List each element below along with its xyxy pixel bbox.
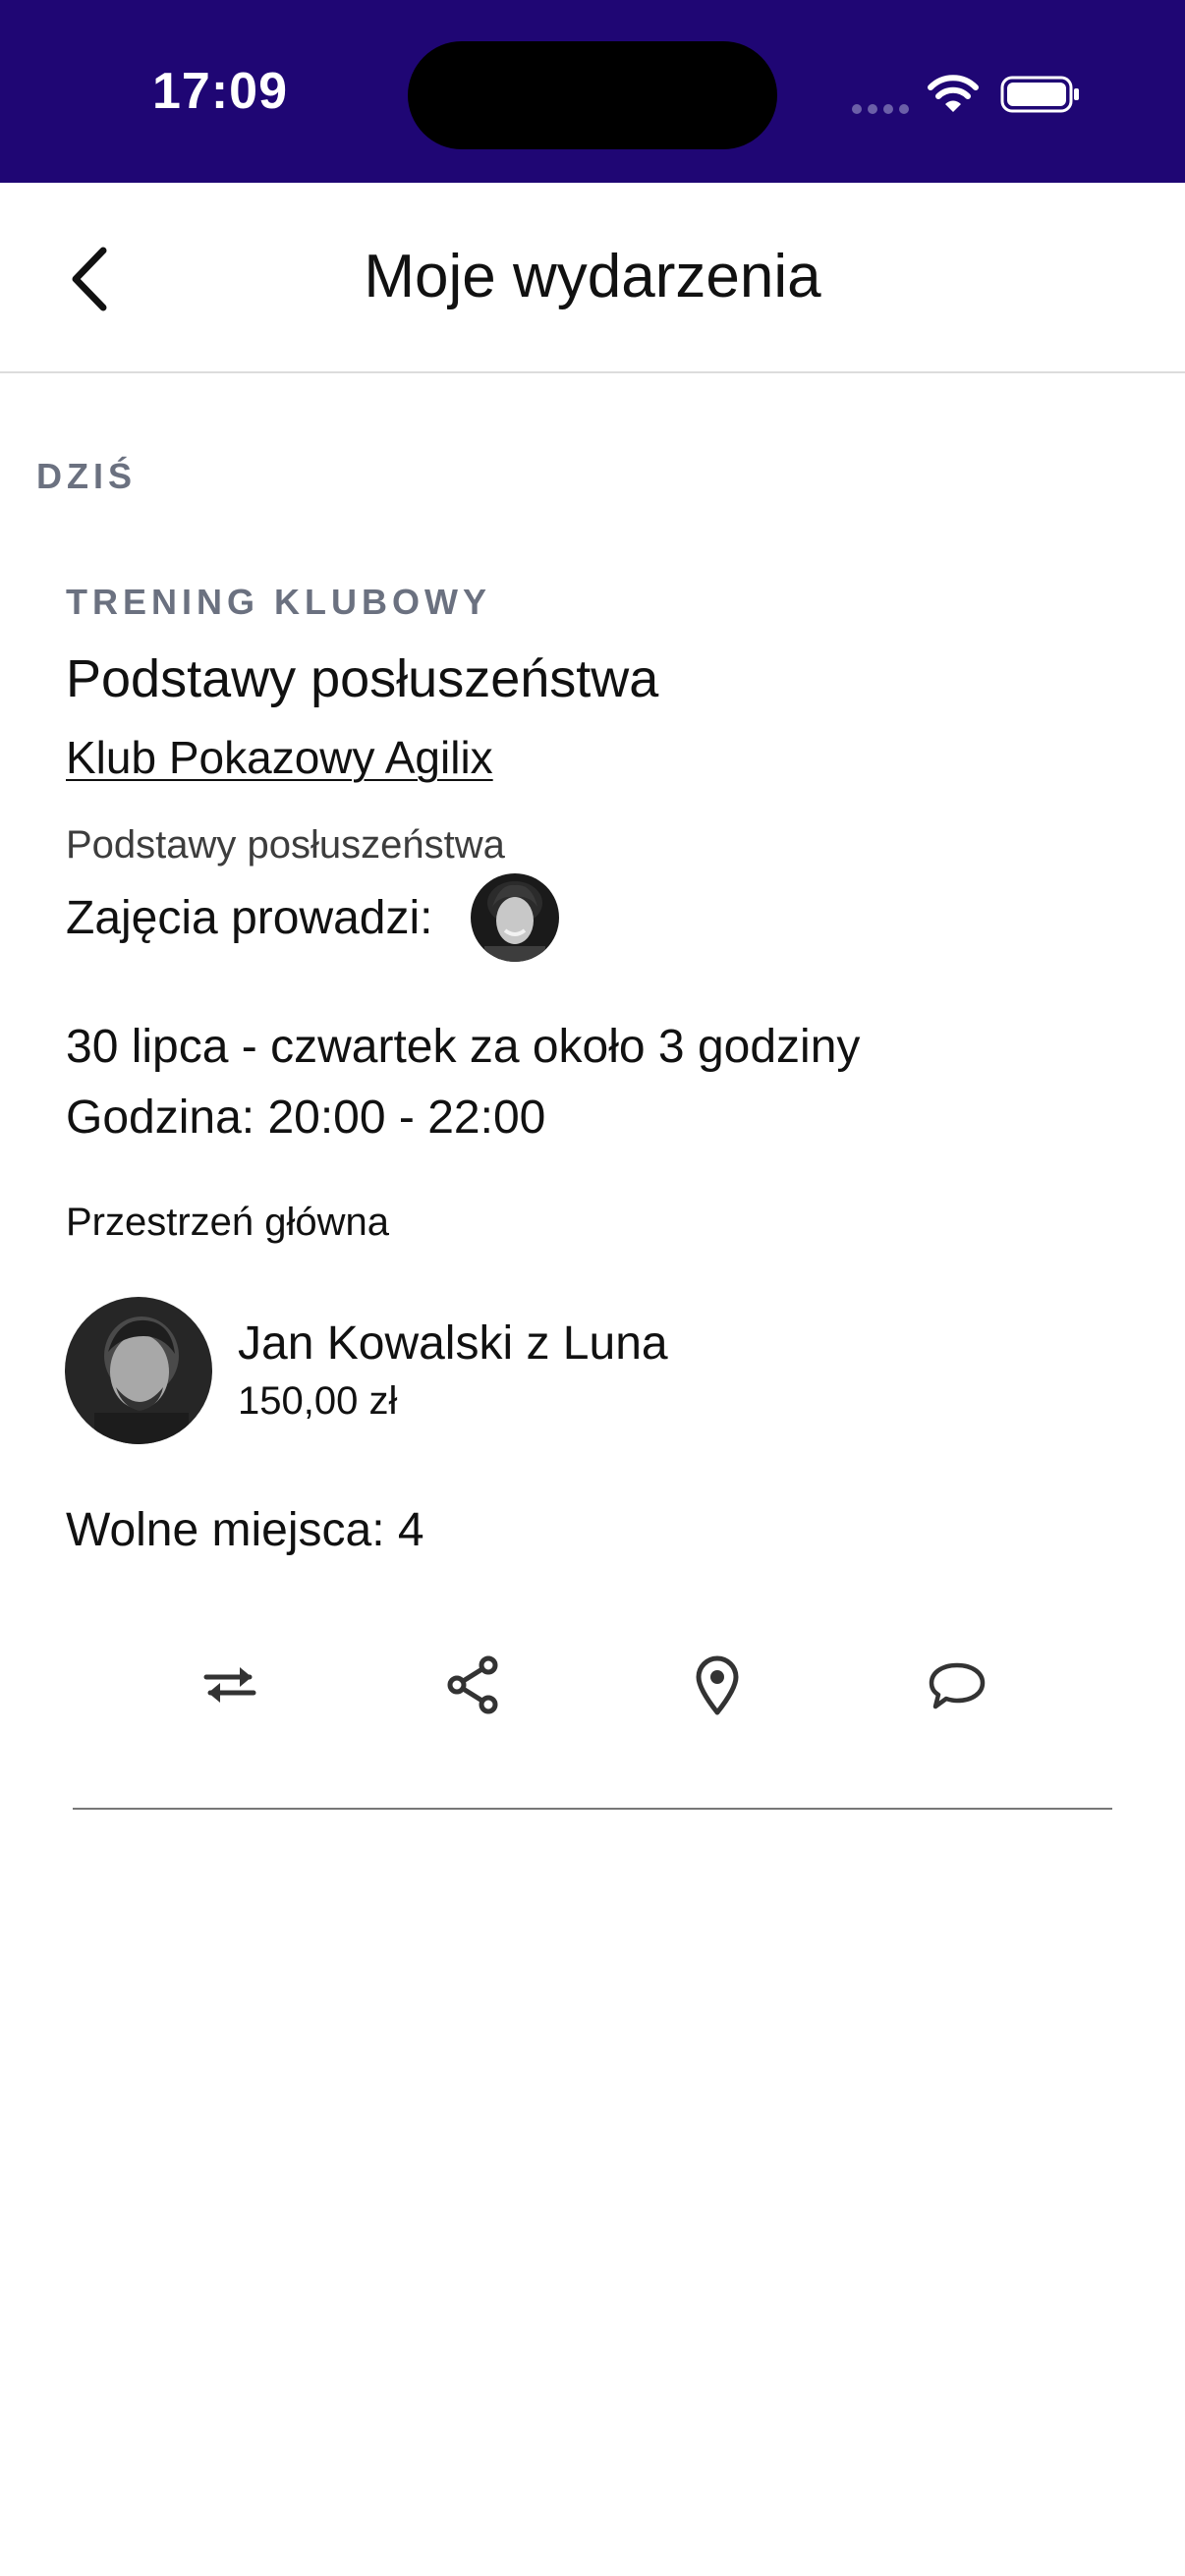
event-space: Przestrzeń główna <box>66 1201 390 1244</box>
swap-button[interactable] <box>191 1651 269 1719</box>
navigation-bar: Moje wydarzenia <box>0 183 1185 373</box>
club-link[interactable]: Klub Pokazowy Agilix <box>66 731 493 784</box>
event-time: Godzina: 20:00 - 22:00 <box>66 1092 546 1144</box>
signal-icon <box>852 104 909 114</box>
event-date: 30 lipca - czwartek za około 3 godziny <box>66 1021 861 1073</box>
chat-button[interactable] <box>918 1651 996 1719</box>
wifi-icon <box>928 75 979 112</box>
location-button[interactable] <box>678 1651 757 1719</box>
instructor-label: Zajęcia prowadzi: <box>66 891 433 944</box>
participant-price: 150,00 zł <box>238 1379 398 1423</box>
swap-arrows-icon <box>203 1667 256 1703</box>
event-category: TRENING KLUBOWY <box>66 582 491 622</box>
bottom-floating-shadow <box>727 2476 1140 2515</box>
participant-name: Jan Kowalski z Luna <box>238 1317 668 1370</box>
chat-bubble-icon <box>929 1662 986 1709</box>
event-subtitle: Podstawy posłuszeństwa <box>66 823 505 867</box>
participant-avatar <box>65 1297 212 1444</box>
share-icon <box>447 1655 498 1714</box>
status-time: 17:09 <box>152 63 288 120</box>
free-spots: Wolne miejsca: 4 <box>66 1504 424 1556</box>
event-title: Podstawy posłuszeństwa <box>66 649 659 708</box>
location-pin-icon <box>696 1655 739 1715</box>
section-header-today: DZIŚ <box>36 456 138 496</box>
share-button[interactable] <box>433 1651 512 1719</box>
page-title: Moje wydarzenia <box>364 243 821 310</box>
battery-icon <box>1000 76 1079 113</box>
status-bar: 17:09 <box>0 0 1185 183</box>
dynamic-island <box>408 41 777 149</box>
instructor-avatar[interactable] <box>470 873 559 962</box>
instructor-row: Zajęcia prowadzi: <box>66 868 559 967</box>
card-divider <box>73 1808 1112 1810</box>
